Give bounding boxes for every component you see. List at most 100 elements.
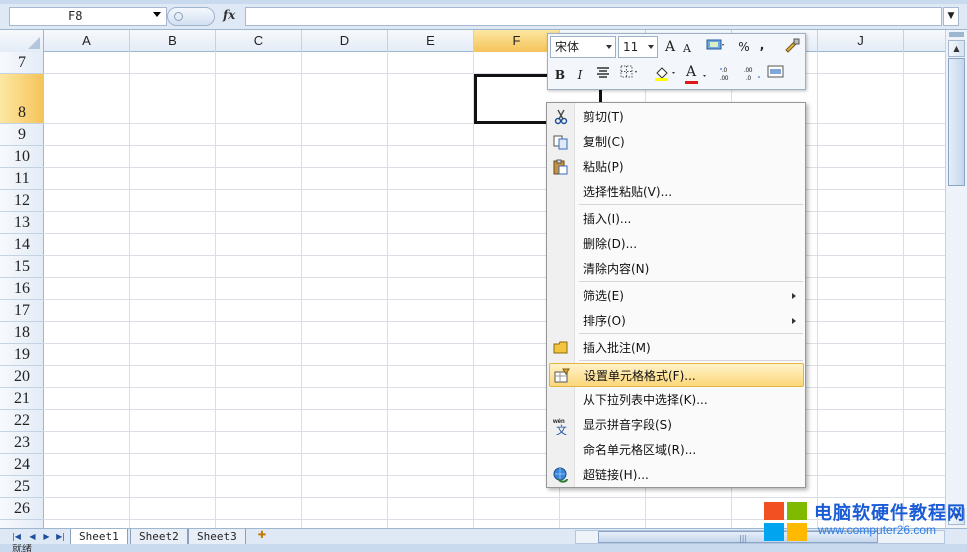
menu-item-label: 筛选(E) <box>583 289 624 303</box>
column-header-d[interactable]: D <box>302 30 388 52</box>
vertical-scrollbar[interactable]: ▲ ▼ <box>945 30 967 528</box>
merge-center-icon <box>767 65 784 78</box>
menu-item-insert[interactable]: 插入(I)... <box>549 207 804 231</box>
font-size-combo[interactable]: 11 <box>618 36 658 58</box>
formula-buttons: fx <box>167 6 245 27</box>
column-header-b[interactable]: B <box>130 30 216 52</box>
center-align-button[interactable] <box>594 65 612 85</box>
insert-sheet-icon[interactable]: ✚ <box>252 530 272 544</box>
row-header-25[interactable]: 25 <box>0 476 44 498</box>
decrease-decimal-icon: .00.0 <box>744 68 760 82</box>
prev-sheet-icon[interactable]: ◀ <box>26 530 39 543</box>
font-color-button[interactable]: A <box>684 64 710 85</box>
row-header-12[interactable]: 12 <box>0 190 44 212</box>
row-header-17[interactable]: 17 <box>0 300 44 322</box>
sheet-tab-sheet3[interactable]: Sheet3 <box>188 529 246 545</box>
chevron-down-icon <box>648 45 654 49</box>
menu-item-paste[interactable]: 粘贴(P) <box>549 155 804 179</box>
column-gridline <box>817 52 818 528</box>
expand-formula-bar-button[interactable]: ▼ <box>943 7 959 26</box>
increase-decimal-button[interactable]: .0.00 <box>718 65 738 85</box>
format-cells-icon <box>554 368 570 384</box>
vertical-scroll-thumb[interactable] <box>948 58 965 186</box>
row-header-21[interactable]: 21 <box>0 388 44 410</box>
row-header-22[interactable]: 22 <box>0 410 44 432</box>
row-header-13[interactable]: 13 <box>0 212 44 234</box>
bold-button[interactable]: B <box>552 65 568 85</box>
first-sheet-icon[interactable]: |◀ <box>10 530 23 543</box>
grow-font-button[interactable]: A <box>662 37 678 57</box>
row-gridline <box>44 167 945 168</box>
menu-item-label: 复制(C) <box>583 135 625 149</box>
row-header-24[interactable]: 24 <box>0 454 44 476</box>
shrink-font-button[interactable]: A <box>680 39 694 59</box>
formula-input[interactable] <box>245 7 942 26</box>
menu-item-sort[interactable]: 排序(O) <box>549 309 804 333</box>
row-header-10[interactable]: 10 <box>0 146 44 168</box>
row-gridline <box>44 211 945 212</box>
row-gridline <box>44 277 945 278</box>
sheet-tab-sheet1[interactable]: Sheet1 <box>70 529 128 545</box>
row-header-16[interactable]: 16 <box>0 278 44 300</box>
select-all-button[interactable] <box>0 30 44 52</box>
decrease-decimal-button[interactable]: .00.0 <box>742 65 762 85</box>
row-header-18[interactable]: 18 <box>0 322 44 344</box>
menu-item-clear-contents[interactable]: 清除内容(N) <box>549 257 804 281</box>
format-painter-icon <box>785 38 800 53</box>
row-header-23[interactable]: 23 <box>0 432 44 454</box>
column-header-c[interactable]: C <box>216 30 302 52</box>
column-header-j[interactable]: J <box>818 30 904 52</box>
font-name-combo[interactable]: 宋体 <box>550 36 616 58</box>
menu-item-label: 剪切(T) <box>583 110 624 124</box>
row-header-20[interactable]: 20 <box>0 366 44 388</box>
row-header-8[interactable]: 8 <box>0 74 44 124</box>
accounting-format-button[interactable] <box>704 37 728 57</box>
formula-cancel-enter-buttons[interactable] <box>167 7 215 26</box>
menu-item-label: 选择性粘贴(V)... <box>583 185 673 199</box>
borders-button[interactable] <box>618 65 642 85</box>
menu-separator <box>579 333 803 334</box>
row-header-19[interactable]: 19 <box>0 344 44 366</box>
column-gridline <box>903 52 904 528</box>
sheet-tab-sheet2[interactable]: Sheet2 <box>130 529 188 545</box>
menu-item-copy[interactable]: 复制(C) <box>549 130 804 154</box>
percent-style-button[interactable]: % <box>736 37 752 57</box>
next-sheet-icon[interactable]: ▶ <box>40 530 53 543</box>
menu-item-hyperlink[interactable]: 超链接(H)... <box>549 463 804 487</box>
windows-logo-icon <box>764 502 807 541</box>
merge-center-button[interactable] <box>766 65 786 85</box>
menu-item-cut[interactable]: 剪切(T) <box>549 105 804 129</box>
format-painter-button[interactable] <box>782 37 802 57</box>
name-box-dropdown-icon[interactable] <box>153 12 161 17</box>
menu-item-insert-comment[interactable]: 插入批注(M) <box>549 336 804 360</box>
menu-item-show-phonetic[interactable]: wén 文显示拼音字段(S) <box>549 413 804 437</box>
menu-item-paste-special[interactable]: 选择性粘贴(V)... <box>549 180 804 204</box>
grip-icon: ||| <box>739 534 748 543</box>
name-box[interactable]: F8 <box>9 7 167 26</box>
menu-item-label: 设置单元格格式(F)... <box>584 369 696 383</box>
row-header-14[interactable]: 14 <box>0 234 44 256</box>
row-header-7[interactable]: 7 <box>0 52 44 74</box>
row-header-26[interactable]: 26 <box>0 498 44 520</box>
menu-item-format-cells[interactable]: 设置单元格格式(F)... <box>549 363 804 387</box>
menu-item-filter[interactable]: 筛选(E) <box>549 284 804 308</box>
last-sheet-icon[interactable]: ▶| <box>54 530 67 543</box>
italic-button[interactable]: I <box>572 65 588 85</box>
row-header-9[interactable]: 9 <box>0 124 44 146</box>
comma-style-button[interactable]: , <box>756 35 768 55</box>
column-header-a[interactable]: A <box>44 30 130 52</box>
menu-item-delete[interactable]: 删除(D)... <box>549 232 804 256</box>
column-header-e[interactable]: E <box>388 30 474 52</box>
fill-color-button[interactable] <box>652 65 678 85</box>
row-gridline <box>44 321 945 322</box>
menu-separator <box>579 360 803 361</box>
insert-function-icon[interactable]: fx <box>223 8 235 22</box>
row-header-15[interactable]: 15 <box>0 256 44 278</box>
row-gridline <box>44 299 945 300</box>
scroll-up-button[interactable]: ▲ <box>948 40 965 57</box>
menu-item-pick-from-list[interactable]: 从下拉列表中选择(K)... <box>549 388 804 412</box>
split-box[interactable] <box>949 32 964 37</box>
menu-item-define-name[interactable]: 命名单元格区域(R)... <box>549 438 804 462</box>
row-header-11[interactable]: 11 <box>0 168 44 190</box>
font-color-icon <box>685 75 706 84</box>
